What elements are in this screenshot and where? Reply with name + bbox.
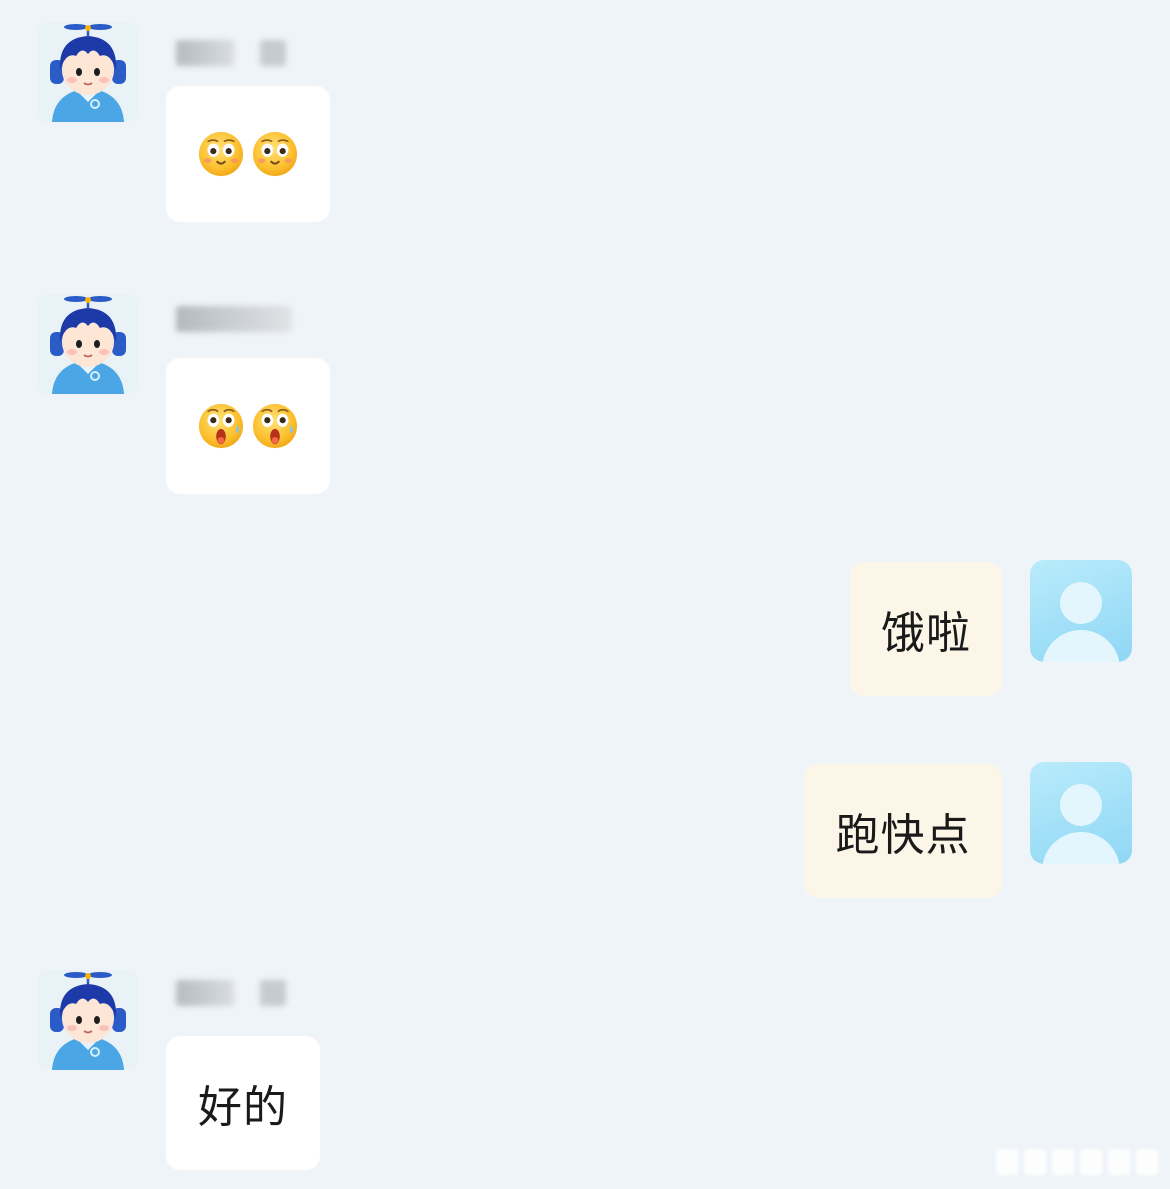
message-text: 跑快点 xyxy=(835,810,971,861)
message-text: 好的 xyxy=(198,1082,288,1133)
sender-name-redacted xyxy=(176,40,286,66)
message-bubble[interactable] xyxy=(166,86,330,222)
surprised-icon xyxy=(251,402,299,450)
chat-log: 饿啦 跑快点 好的 xyxy=(0,0,1170,1189)
surprised-icon xyxy=(197,402,245,450)
default-user-avatar-icon[interactable] xyxy=(1030,762,1132,864)
bot-avatar-icon[interactable] xyxy=(38,294,138,394)
message-text: 饿啦 xyxy=(881,608,971,659)
watermark xyxy=(996,1149,1158,1175)
message-bubble[interactable] xyxy=(166,358,330,494)
emoji-group xyxy=(197,130,299,178)
message-bubble[interactable]: 好的 xyxy=(166,1036,320,1170)
smiling-eyes-icon xyxy=(197,130,245,178)
message-bubble[interactable]: 跑快点 xyxy=(804,764,1002,898)
bot-avatar-icon[interactable] xyxy=(38,970,138,1070)
bot-avatar-icon[interactable] xyxy=(38,22,138,122)
smiling-eyes-icon xyxy=(251,130,299,178)
sender-name-redacted xyxy=(176,306,292,332)
sender-name-redacted xyxy=(176,980,286,1006)
emoji-group xyxy=(197,402,299,450)
default-user-avatar-icon[interactable] xyxy=(1030,560,1132,662)
message-bubble[interactable]: 饿啦 xyxy=(850,562,1002,696)
